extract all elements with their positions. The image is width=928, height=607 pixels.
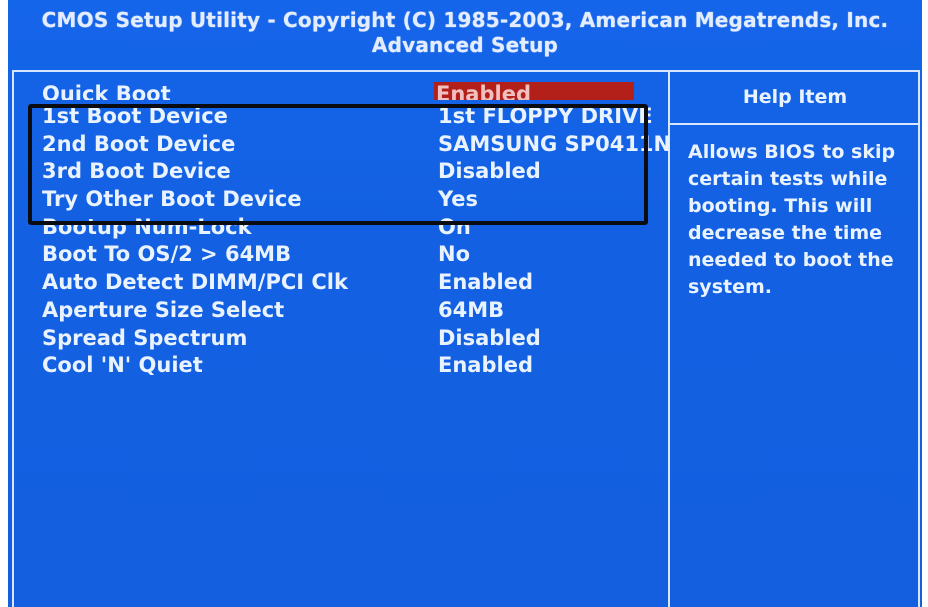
copyright-title: CMOS Setup Utility - Copyright (C) 1985-…	[41, 8, 889, 32]
setting-label: Boot To OS/2 > 64MB	[42, 242, 292, 267]
setting-value[interactable]: No	[438, 242, 470, 266]
setting-value[interactable]: Disabled	[438, 159, 541, 183]
setting-value[interactable]: Yes	[438, 187, 478, 211]
bios-setup-window: CMOS Setup Utility - Copyright (C) 1985-…	[8, 0, 922, 607]
setting-label: 2nd Boot Device	[42, 131, 236, 156]
setting-row-auto-detect-dimm-pci-clk[interactable]: Auto Detect DIMM/PCI Clk Enabled	[42, 270, 662, 298]
setting-label: Spread Spectrum	[42, 325, 248, 350]
setting-label: Aperture Size Select	[42, 297, 285, 322]
setting-row-quick-boot[interactable]: Quick Boot Enabled	[42, 82, 662, 100]
setting-value-selected[interactable]: Enabled	[434, 82, 634, 100]
setting-row-try-other-boot-device[interactable]: Try Other Boot Device Yes	[42, 187, 662, 215]
setting-row-cool-n-quiet[interactable]: Cool 'N' Quiet Enabled	[42, 353, 662, 381]
settings-list: Quick Boot Enabled 1st Boot Device 1st F…	[42, 82, 671, 381]
setting-row-boot-to-os2[interactable]: Boot To OS/2 > 64MB No	[42, 242, 662, 270]
setting-value[interactable]: 1st FLOPPY DRIVE	[438, 104, 653, 128]
help-item-title: Help Item	[742, 86, 848, 108]
setting-row-aperture-size-select[interactable]: Aperture Size Select 64MB	[42, 298, 662, 326]
setting-label: Cool 'N' Quiet	[42, 353, 203, 378]
help-divider	[670, 123, 920, 125]
setting-value[interactable]: Enabled	[438, 270, 533, 294]
setting-value[interactable]: Disabled	[438, 326, 541, 350]
page-title: Advanced Setup	[371, 33, 559, 57]
setting-value[interactable]: 64MB	[438, 298, 504, 322]
setting-value[interactable]: SAMSUNG SP0411N	[438, 132, 671, 156]
title-bar: CMOS Setup Utility - Copyright (C) 1985-…	[8, 0, 922, 68]
setting-value[interactable]: On	[438, 215, 471, 239]
bios-screenshot: CMOS Setup Utility - Copyright (C) 1985-…	[0, 0, 928, 607]
setting-row-bootup-num-lock[interactable]: Bootup Num-Lock On	[42, 215, 662, 243]
setting-row-2nd-boot-device[interactable]: 2nd Boot Device SAMSUNG SP0411N	[42, 131, 671, 160]
setting-label: 1st Boot Device	[42, 104, 228, 128]
setting-label: Quick Boot	[42, 82, 171, 100]
setting-label: 3rd Boot Device	[42, 159, 231, 184]
setting-row-spread-spectrum[interactable]: Spread Spectrum Disabled	[42, 326, 662, 354]
setting-label: Bootup Num-Lock	[42, 214, 252, 239]
setting-row-3rd-boot-device[interactable]: 3rd Boot Device Disabled	[42, 159, 662, 187]
setting-label: Auto Detect DIMM/PCI Clk	[42, 270, 348, 295]
help-description: Allows BIOS to skip certain tests while …	[688, 141, 896, 298]
setting-label: Try Other Boot Device	[42, 187, 302, 212]
setting-row-1st-boot-device[interactable]: 1st Boot Device 1st FLOPPY DRIVE	[42, 104, 662, 132]
setting-value[interactable]: Enabled	[438, 353, 533, 377]
